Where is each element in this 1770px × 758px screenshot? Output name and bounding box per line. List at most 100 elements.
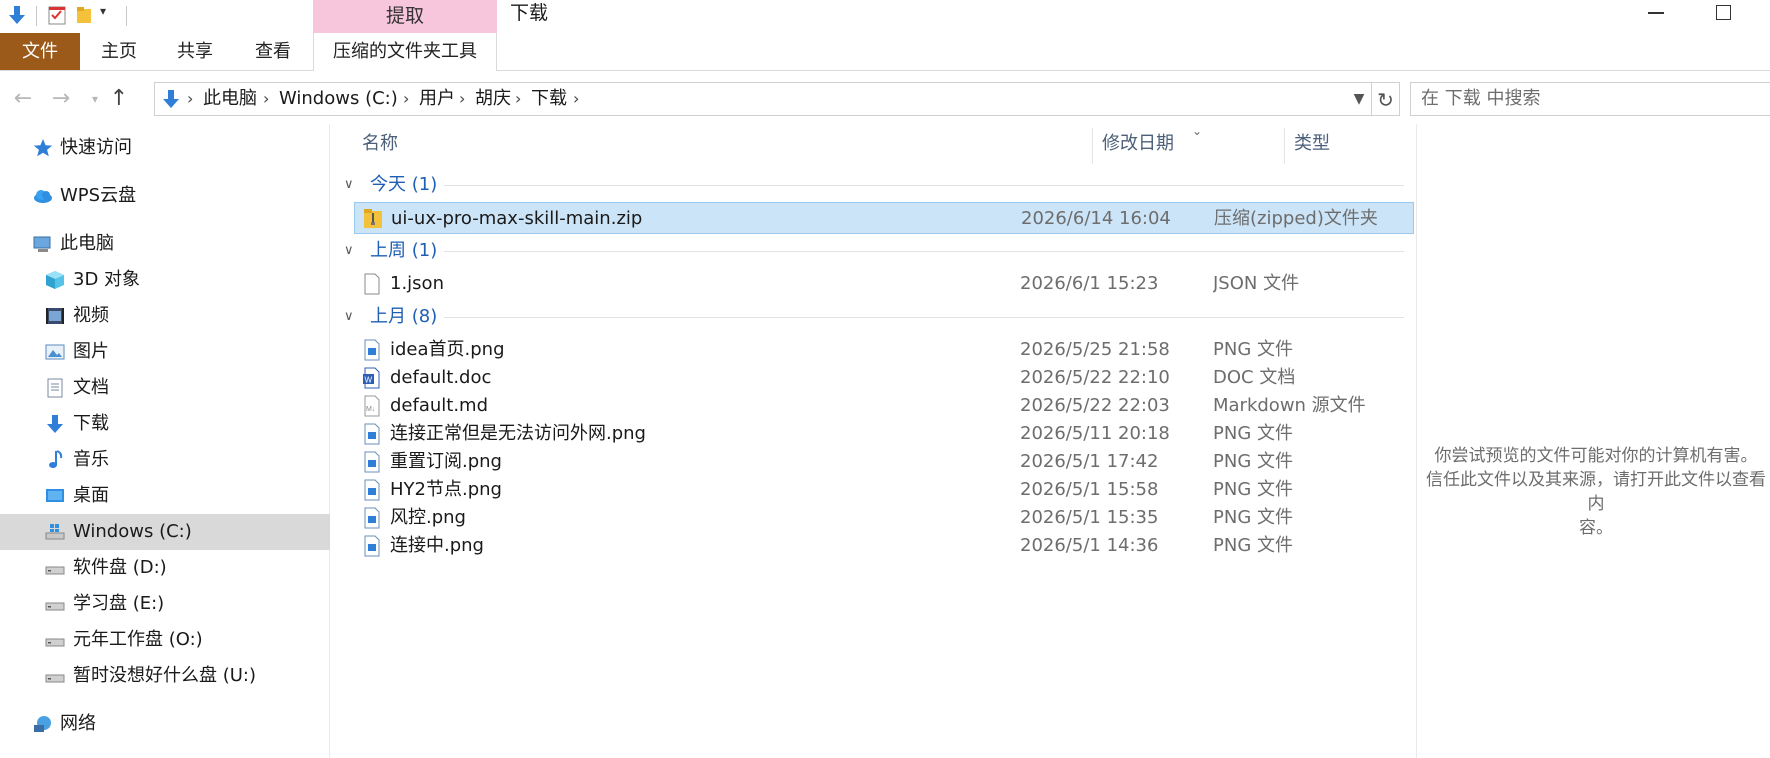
star-icon xyxy=(33,139,53,157)
group-label: 今天 (1) xyxy=(370,174,438,195)
table-row[interactable]: ui-ux-pro-max-skill-main.zip 2026/6/14 1… xyxy=(354,202,1414,234)
download-folder-icon xyxy=(163,90,179,108)
preview-warning-message: 你尝试预览的文件可能对你的计算机有害。 信任此文件以及其来源，请打开此文件以查看… xyxy=(1426,446,1766,538)
breadcrumb-chevron-icon[interactable]: › xyxy=(573,83,579,115)
sidebar-item-label: 文档 xyxy=(73,377,109,398)
properties-icon[interactable] xyxy=(46,4,68,26)
sidebar-item-drive-o[interactable]: 元年工作盘 (O:) xyxy=(0,622,330,658)
sidebar-item-windows-c[interactable]: Windows (C:) xyxy=(0,514,330,550)
sidebar-item-videos[interactable]: 视频 xyxy=(0,298,330,334)
document-icon xyxy=(47,378,63,398)
sidebar-item-pictures[interactable]: 图片 xyxy=(0,334,330,370)
group-divider xyxy=(444,185,1404,186)
quick-access-separator xyxy=(126,6,127,26)
sidebar-item-documents[interactable]: 文档 xyxy=(0,370,330,406)
recent-locations-chevron-icon[interactable]: ▾ xyxy=(82,86,108,112)
column-header-date[interactable]: 修改日期 xyxy=(1102,124,1174,164)
sidebar-item-label: WPS云盘 xyxy=(60,185,137,206)
computer-icon xyxy=(33,236,51,252)
breadcrumb-chevron-icon[interactable]: › xyxy=(403,83,409,115)
word-file-icon: W xyxy=(363,367,380,389)
sidebar-item-label: 下载 xyxy=(73,413,109,434)
tab-compressed-folder-tools[interactable]: 压缩的文件夹工具 xyxy=(313,33,497,71)
sidebar-item-label: 学习盘 (E:) xyxy=(73,593,165,614)
breadcrumb-chevron-icon[interactable]: › xyxy=(187,83,193,115)
group-header-today[interactable]: ∨ 今天 (1) xyxy=(344,170,1404,200)
tab-view[interactable]: 查看 xyxy=(250,33,296,70)
breadcrumb-users[interactable]: 用户 xyxy=(419,83,455,115)
drive-icon xyxy=(45,674,65,683)
sidebar-item-label: 暂时没想好什么盘 (U:) xyxy=(73,665,257,686)
network-icon xyxy=(34,716,51,732)
svg-text:W: W xyxy=(365,376,373,385)
tab-share[interactable]: 共享 xyxy=(172,33,218,70)
windows-drive-icon xyxy=(45,524,65,540)
download-arrow-icon[interactable] xyxy=(6,4,28,26)
png-file-icon xyxy=(364,507,380,529)
sidebar-item-label: 视频 xyxy=(73,305,109,326)
column-header-type[interactable]: 类型 xyxy=(1294,124,1330,164)
table-row[interactable]: 连接中.png 2026/5/1 14:36 PNG 文件 xyxy=(354,530,1414,562)
sidebar-item-music[interactable]: 音乐 xyxy=(0,442,330,478)
tab-file[interactable]: 文件 xyxy=(0,33,80,70)
sidebar-item-label: 3D 对象 xyxy=(73,269,141,290)
maximize-button[interactable] xyxy=(1716,5,1731,20)
column-header-row: 名称 修改日期 ⌄ 类型 xyxy=(334,124,1414,164)
breadcrumb-downloads[interactable]: 下载 xyxy=(531,83,567,115)
sidebar-item-quick-access[interactable]: 快速访问 xyxy=(0,130,330,166)
sidebar-item-drive-d[interactable]: 软件盘 (D:) xyxy=(0,550,330,586)
chevron-down-icon: ∨ xyxy=(344,309,354,324)
forward-arrow-icon[interactable]: → xyxy=(48,86,74,112)
up-arrow-icon[interactable]: ↑ xyxy=(106,86,132,112)
file-type: 压缩(zipped)文件夹 xyxy=(1214,208,1378,229)
breadcrumb-chevron-icon[interactable]: › xyxy=(459,83,465,115)
tab-extract-context[interactable]: 提取 xyxy=(313,0,497,33)
download-icon xyxy=(47,415,63,433)
sidebar-item-drive-u[interactable]: 暂时没想好什么盘 (U:) xyxy=(0,658,330,694)
cube-icon xyxy=(46,271,64,289)
file-date: 2026/5/1 14:36 xyxy=(1020,535,1159,556)
address-bar[interactable]: › 此电脑 › Windows (C:) › 用户 › 胡庆 › 下载 › xyxy=(154,82,1372,116)
file-list: 名称 修改日期 ⌄ 类型 ∨ 今天 (1) ui-ux-pro-max-skil… xyxy=(334,124,1414,758)
sidebar-item-3d-objects[interactable]: 3D 对象 xyxy=(0,262,330,298)
breadcrumb-chevron-icon[interactable]: › xyxy=(515,83,521,115)
search-input[interactable]: 在 下载 中搜索 xyxy=(1410,82,1770,116)
group-header-last-week[interactable]: ∨ 上周 (1) xyxy=(344,236,1404,266)
chevron-down-icon: ∨ xyxy=(344,243,354,258)
markdown-file-icon: M↓ xyxy=(364,395,380,417)
sidebar-item-drive-e[interactable]: 学习盘 (E:) xyxy=(0,586,330,622)
minimize-button[interactable] xyxy=(1648,12,1664,14)
sidebar-item-label: Windows (C:) xyxy=(73,521,192,542)
tab-home[interactable]: 主页 xyxy=(96,33,142,70)
refresh-icon[interactable]: ↻ xyxy=(1372,82,1400,116)
column-header-name[interactable]: 名称 xyxy=(362,124,398,164)
breadcrumb-windows-c[interactable]: Windows (C:) xyxy=(279,83,398,115)
breadcrumb-this-pc[interactable]: 此电脑 xyxy=(203,83,257,115)
column-divider[interactable] xyxy=(1284,128,1285,164)
sidebar-item-network[interactable]: 网络 xyxy=(0,706,330,742)
png-file-icon xyxy=(364,423,380,445)
sidebar-item-label: 软件盘 (D:) xyxy=(73,557,167,578)
sidebar-item-wps-cloud[interactable]: WPS云盘 xyxy=(0,178,330,214)
sidebar-item-this-pc[interactable]: 此电脑 xyxy=(0,226,330,262)
new-folder-icon[interactable] xyxy=(74,4,96,26)
drive-icon xyxy=(45,602,65,611)
svg-text:M↓: M↓ xyxy=(366,406,375,413)
png-file-icon xyxy=(364,339,380,361)
table-row[interactable]: 1.json 2026/6/1 15:23 JSON 文件 xyxy=(354,268,1414,300)
column-divider[interactable] xyxy=(1092,128,1093,164)
address-history-chevron-icon[interactable]: ▼ xyxy=(1348,82,1370,116)
chevron-down-icon: ∨ xyxy=(344,177,354,192)
group-header-last-month[interactable]: ∨ 上月 (8) xyxy=(344,302,1404,332)
customize-toolbar-icon[interactable]: ▾ xyxy=(100,4,106,18)
quick-access-separator xyxy=(36,6,37,26)
group-divider xyxy=(444,251,1404,252)
png-file-icon xyxy=(364,535,380,557)
breadcrumb-chevron-icon[interactable]: › xyxy=(263,83,269,115)
group-label: 上月 (8) xyxy=(370,306,438,327)
back-arrow-icon[interactable]: ← xyxy=(10,86,36,112)
sidebar-item-downloads[interactable]: 下载 xyxy=(0,406,330,442)
breadcrumb-user-folder[interactable]: 胡庆 xyxy=(475,83,511,115)
file-name: ui-ux-pro-max-skill-main.zip xyxy=(391,208,643,229)
sidebar-item-desktop[interactable]: 桌面 xyxy=(0,478,330,514)
